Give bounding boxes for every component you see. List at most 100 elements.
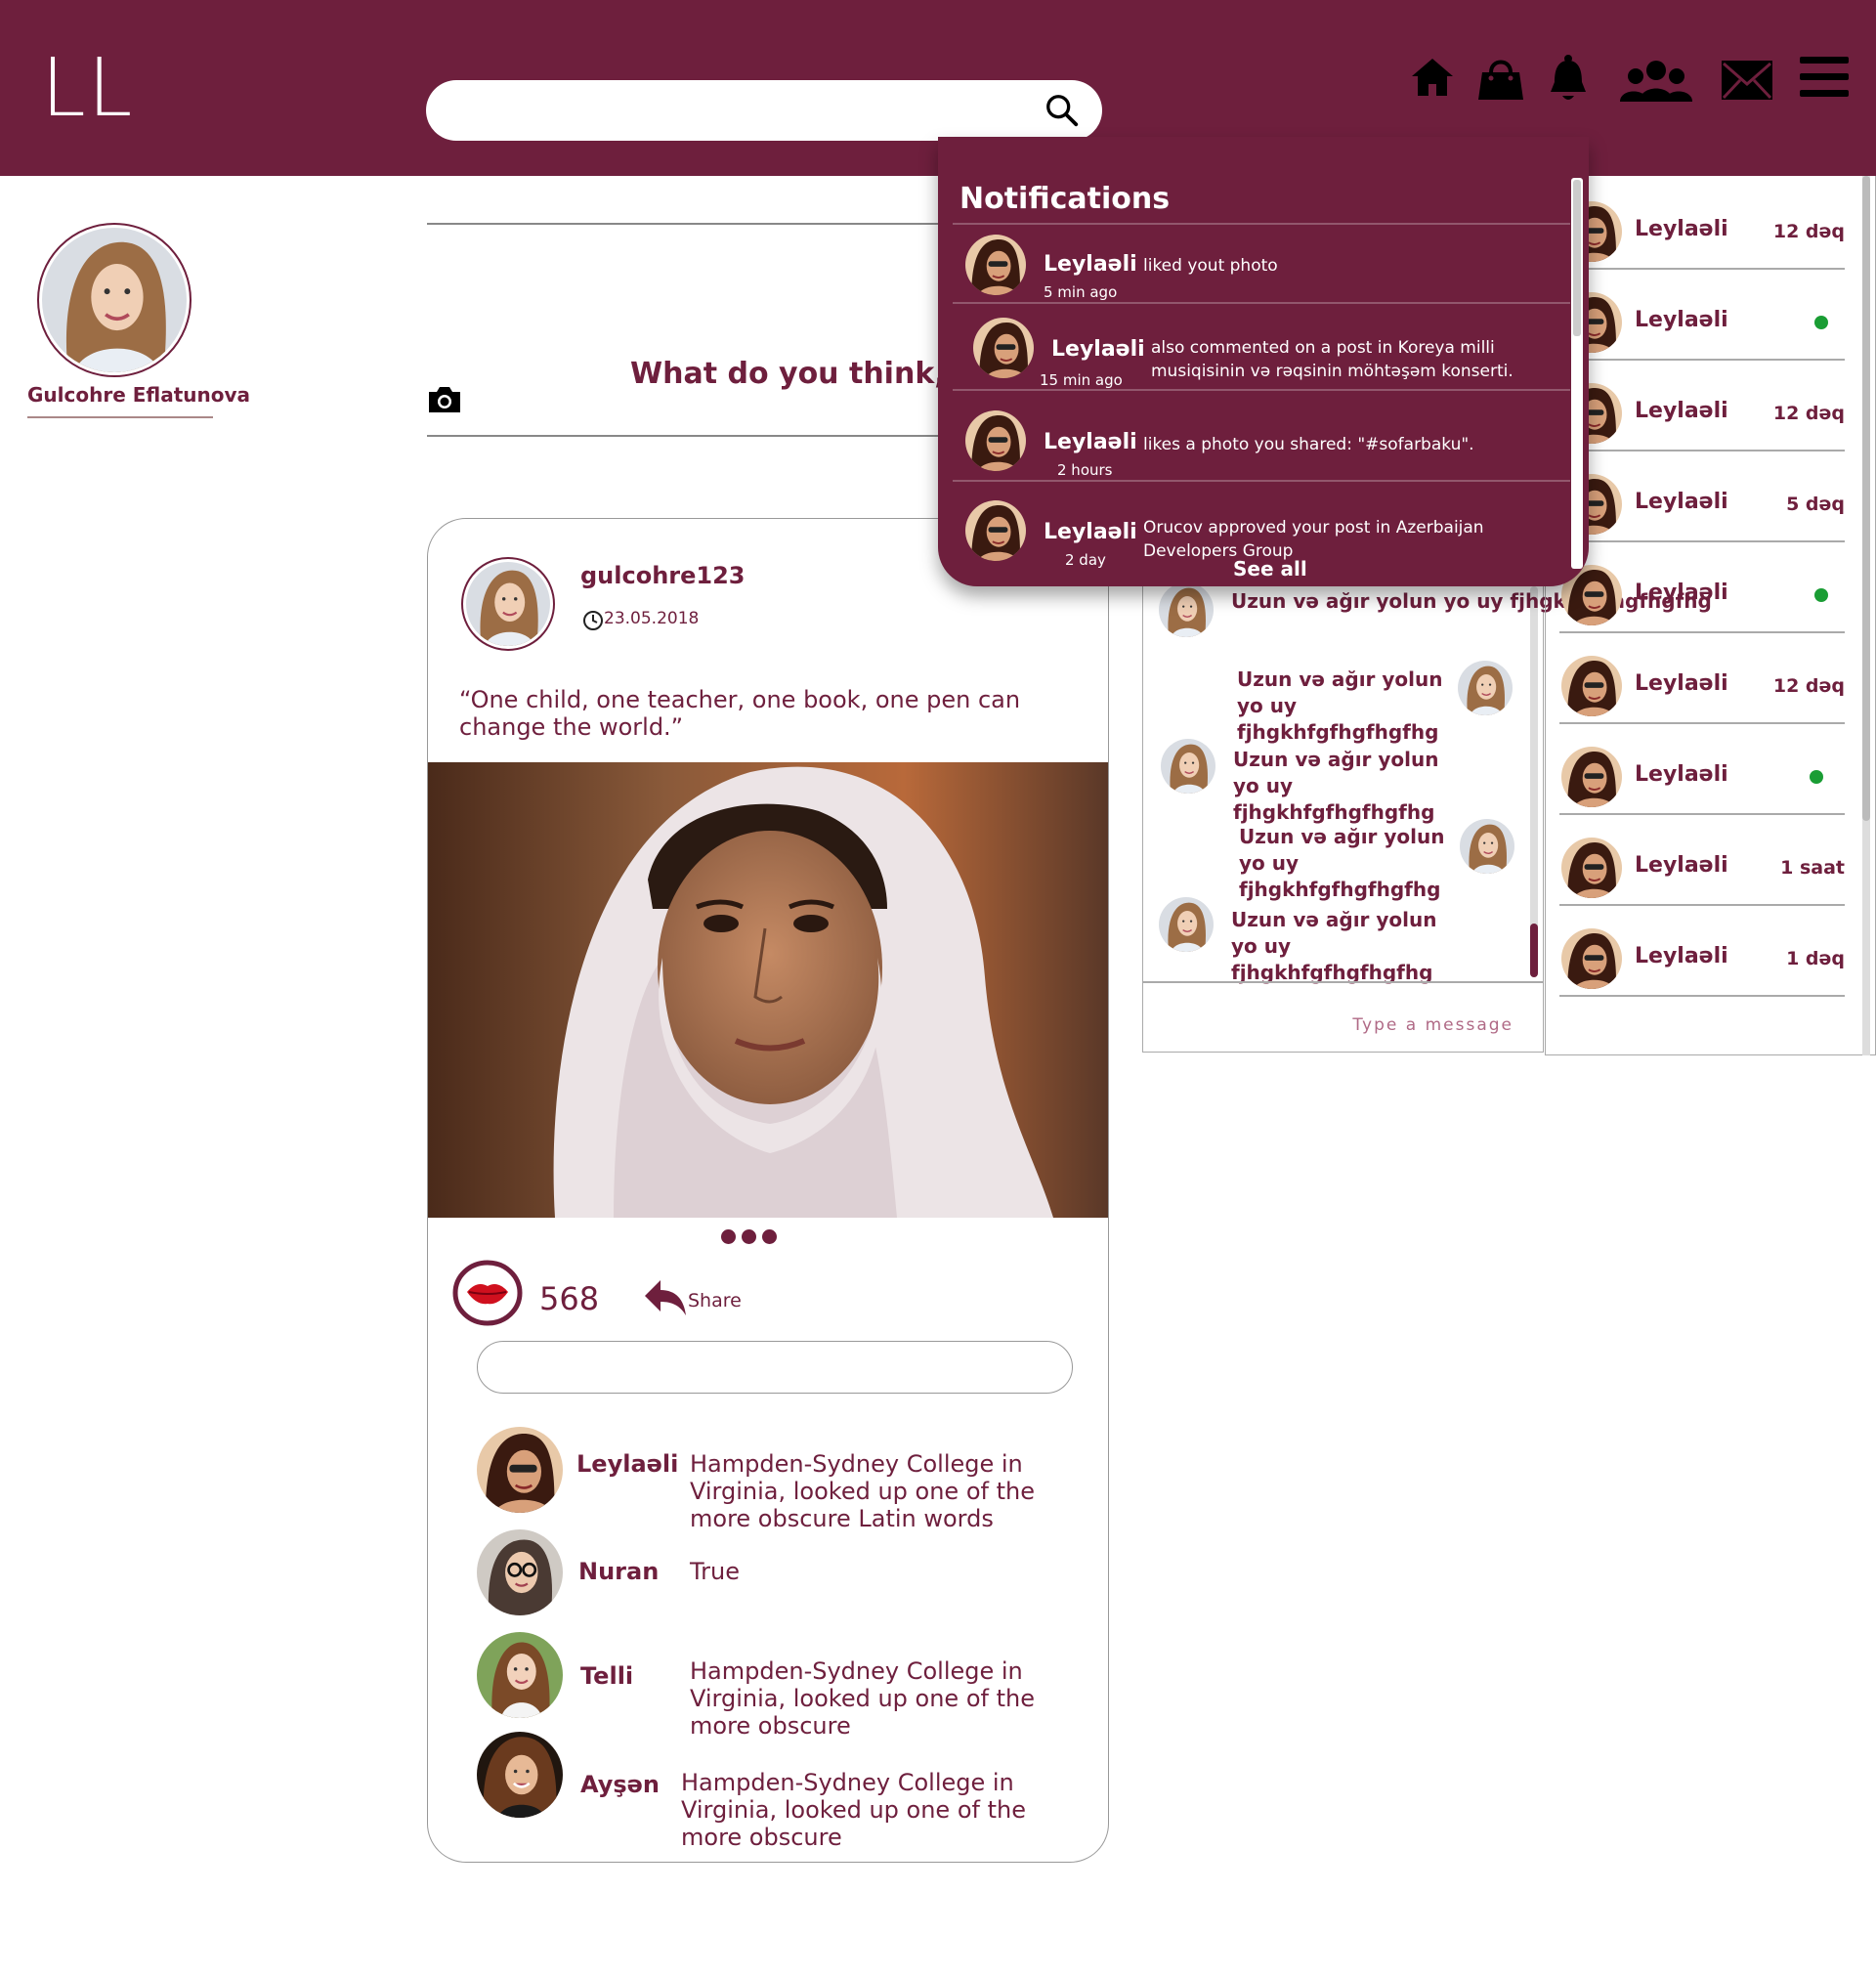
clock-icon [582, 610, 604, 635]
contacts-scrollbar-thumb[interactable] [1862, 176, 1870, 821]
contact-name[interactable]: Leylaəli [1635, 580, 1728, 605]
profile-avatar[interactable] [37, 223, 192, 377]
notification-name[interactable]: Leylaəli [1044, 520, 1137, 544]
bell-icon[interactable] [1549, 53, 1588, 104]
shopping-bag-icon[interactable] [1476, 53, 1525, 104]
contact-avatar[interactable] [1561, 747, 1622, 807]
online-status-dot [1810, 770, 1823, 784]
contact-last-seen: 1 saat [1780, 857, 1845, 879]
contact-name[interactable]: Leylaəli [1635, 399, 1728, 423]
contact-name[interactable]: Leylaəli [1635, 308, 1728, 332]
notifications-scrollbar-thumb[interactable] [1573, 180, 1581, 336]
contact-last-seen: 12 dəq [1772, 221, 1845, 242]
post-image[interactable] [428, 762, 1108, 1218]
profile-name[interactable]: Gulcohre Eflatunova [27, 383, 250, 407]
chat-message: Uzun və ağır yolun yo uy fjhgkhfgfhgfhgf… [1237, 667, 1443, 744]
comment-author[interactable]: Leylaəli [576, 1450, 678, 1478]
notification-text[interactable]: also commented on a post in Koreya milli… [1151, 336, 1571, 383]
notifications-title: Notifications [959, 182, 1171, 216]
divider [953, 302, 1570, 304]
kiss-like-icon[interactable] [451, 1259, 524, 1331]
notification-avatar [965, 235, 1026, 295]
online-status-dot [1814, 316, 1828, 329]
comment-avatar[interactable] [477, 1427, 563, 1513]
contact-last-seen: 12 dəq [1772, 675, 1845, 697]
chat-message: Uzun və ağır yolun yo uy fjhgkhfgfhgfhgf… [1239, 825, 1445, 901]
share-icon [645, 1280, 686, 1315]
menu-icon[interactable] [1800, 57, 1849, 98]
chat-scrollbar[interactable] [1530, 586, 1538, 977]
notification-text[interactable]: likes a photo you shared: "#sofarbaku". [1143, 433, 1563, 456]
divider [953, 389, 1570, 391]
notification-name[interactable]: Leylaəli [1044, 430, 1137, 454]
divider [1559, 995, 1845, 997]
comment-avatar[interactable] [477, 1632, 563, 1718]
chat-placeholder: Type a message [1352, 1015, 1514, 1035]
chat-message-input[interactable]: Type a message [1143, 983, 1543, 1052]
post-text: “One child, one teacher, one book, one p… [459, 686, 1021, 741]
notification-name[interactable]: Leylaəli [1051, 337, 1145, 362]
see-all-link[interactable]: See all [1233, 557, 1307, 580]
comment-text: Hampden-Sydney College in Virginia, look… [681, 1769, 1026, 1851]
notification-time: 2 day [1065, 551, 1106, 569]
comment-input[interactable] [477, 1341, 1073, 1394]
comment-text: True [690, 1558, 740, 1585]
chat-avatar [1159, 897, 1214, 952]
notification-time: 2 hours [1057, 461, 1113, 479]
chat-avatar [1460, 819, 1514, 874]
divider [1559, 450, 1845, 452]
chat-message: Uzun və ağır yolun yo uy fjhgkhfgfhgfhgf… [1231, 908, 1437, 984]
contact-name[interactable]: Leylaəli [1635, 490, 1728, 514]
divider [953, 223, 1570, 225]
comment-text: Hampden-Sydney College in Virginia, look… [690, 1450, 1035, 1532]
contact-name[interactable]: Leylaəli [1635, 671, 1728, 696]
comment-avatar[interactable] [477, 1529, 563, 1615]
camera-icon[interactable] [427, 386, 462, 417]
contact-last-seen: 12 dəq [1772, 403, 1845, 424]
notification-text[interactable]: Orucov approved your post in Azerbaijan … [1143, 516, 1563, 563]
contact-name[interactable]: Leylaəli [1635, 944, 1728, 968]
divider [953, 480, 1570, 482]
notification-time: 15 min ago [1040, 371, 1123, 389]
online-status-dot [1814, 588, 1828, 602]
contact-name[interactable]: Leylaəli [1635, 853, 1728, 878]
post-date: 23.05.2018 [604, 609, 700, 628]
contact-name[interactable]: Leylaəli [1635, 217, 1728, 241]
notification-text[interactable]: liked yout photo [1143, 254, 1563, 278]
friends-icon[interactable] [1620, 59, 1692, 104]
comment-author[interactable]: Telli [580, 1662, 633, 1690]
notification-name[interactable]: Leylaəli [1044, 252, 1137, 277]
chat-avatar [1161, 739, 1215, 794]
divider [1559, 631, 1845, 633]
contact-avatar[interactable] [1561, 656, 1622, 716]
divider [1559, 904, 1845, 906]
chat-scrollbar-thumb[interactable] [1530, 924, 1538, 977]
contact-avatar[interactable] [1561, 838, 1622, 898]
carousel-dots[interactable] [721, 1229, 777, 1244]
divider [1559, 359, 1845, 361]
search-icon[interactable] [1044, 92, 1081, 129]
divider [27, 416, 213, 418]
mail-icon[interactable] [1721, 59, 1773, 102]
comment-avatar[interactable] [477, 1732, 563, 1818]
share-label: Share [688, 1290, 742, 1312]
notification-avatar [973, 318, 1034, 378]
contact-name[interactable]: Leylaəli [1635, 762, 1728, 787]
post-author-avatar[interactable] [461, 557, 555, 651]
share-button[interactable]: Share [643, 1278, 742, 1317]
divider [427, 223, 984, 225]
home-icon[interactable] [1410, 55, 1455, 100]
post-username[interactable]: gulcohre123 [580, 562, 746, 589]
chat-avatar [1458, 661, 1513, 715]
search-input[interactable] [426, 80, 1102, 141]
comment-text: Hampden-Sydney College in Virginia, look… [690, 1657, 1035, 1740]
contact-avatar[interactable] [1561, 928, 1622, 989]
divider [1559, 540, 1845, 542]
notification-avatar [965, 500, 1026, 561]
divider [1559, 722, 1845, 724]
notification-avatar [965, 410, 1026, 471]
comment-author[interactable]: Nuran [578, 1558, 659, 1585]
comment-author[interactable]: Ayşən [580, 1771, 660, 1798]
logo[interactable]: LL [41, 49, 134, 129]
like-count: 568 [539, 1280, 600, 1317]
